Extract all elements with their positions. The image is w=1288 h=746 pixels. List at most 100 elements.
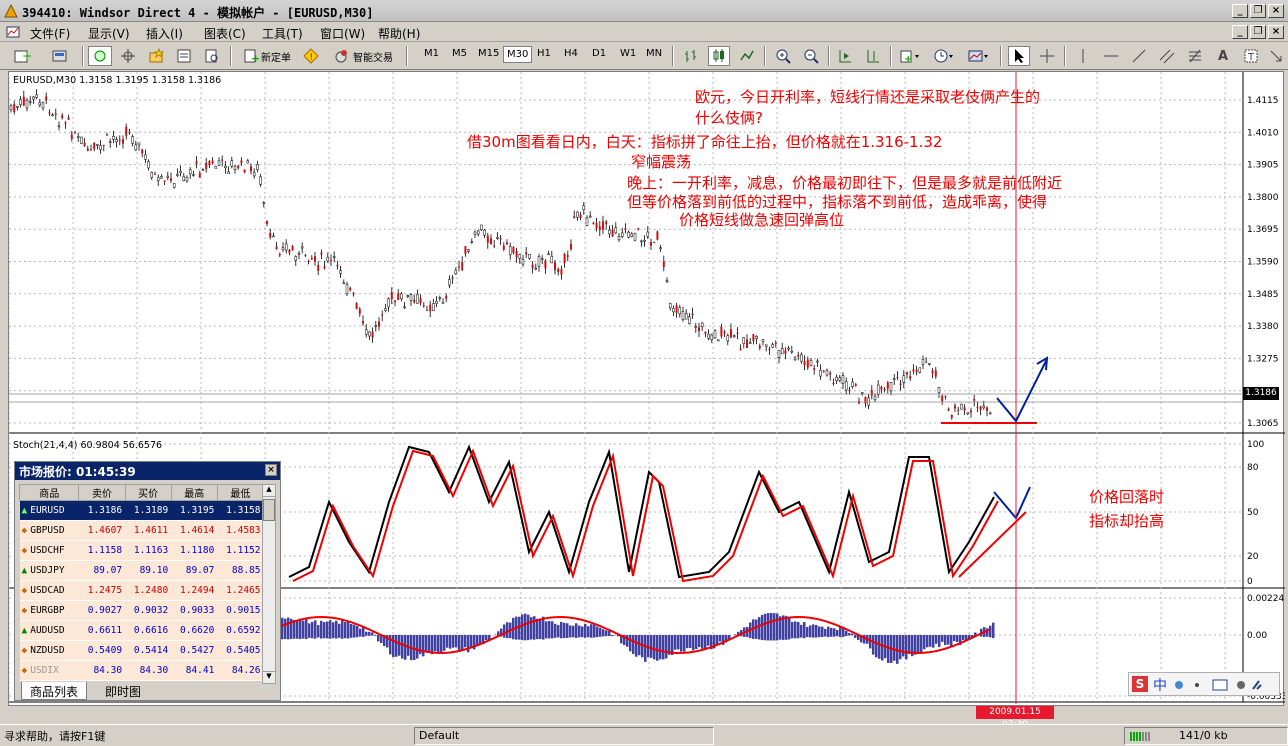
ime-tools-icon[interactable] — [1173, 677, 1273, 693]
market-watch-row[interactable]: ▲ USDJPY 89.07 89.10 89.07 88.85 — [19, 560, 264, 581]
market-watch-col-header[interactable]: 卖价 — [78, 484, 126, 501]
timeframe-m15[interactable]: M15 — [478, 48, 499, 59]
annotation-stoch-1: 价格回落时 — [1089, 488, 1165, 506]
trendline-button[interactable] — [1128, 46, 1150, 66]
candle-body — [566, 255, 569, 257]
osc-bar — [803, 622, 806, 639]
osc-bar — [770, 612, 773, 641]
navigator-button[interactable] — [144, 46, 168, 66]
scroll-thumb[interactable] — [263, 499, 275, 521]
menu-tools[interactable]: 工具(T) — [262, 25, 303, 42]
market-watch-row[interactable]: ◆ EURGBP 0.9027 0.9032 0.9033 0.9015 — [19, 600, 264, 621]
crosshair-tool-button[interactable] — [1036, 46, 1058, 66]
osc-bar — [920, 635, 923, 654]
profiles-button[interactable] — [46, 46, 76, 66]
menu-view[interactable]: 显示(V) — [88, 25, 130, 42]
candle-body — [506, 242, 508, 245]
market-watch-row[interactable]: ◆ GBPUSD 1.4607 1.4611 1.4614 1.4583 — [19, 520, 264, 541]
timeframe-m1[interactable]: M1 — [424, 48, 439, 59]
timeframe-m30[interactable]: M30 — [503, 46, 533, 63]
osc-bar — [659, 635, 662, 660]
scroll-down-icon[interactable]: ▼ — [263, 671, 275, 683]
market-watch-row[interactable]: ◆ USDIX 84.30 84.30 84.41 84.26 — [19, 660, 264, 681]
menu-window[interactable]: 窗口(W) — [320, 25, 365, 42]
terminal-button[interactable] — [172, 46, 196, 66]
child-close-button[interactable]: × — [1268, 25, 1284, 39]
candle-body — [746, 339, 748, 348]
candle-body — [986, 407, 988, 411]
market-watch-row[interactable]: ▲ EURUSD 1.3186 1.3189 1.3195 1.3158 — [19, 500, 264, 521]
market-watch-toggle[interactable] — [88, 46, 112, 66]
symbol-label: NZDUSD — [30, 645, 65, 656]
market-watch-row[interactable]: ◆ USDCHF 1.1158 1.1163 1.1180 1.1152 — [19, 540, 264, 561]
timeframe-h1[interactable]: H1 — [537, 48, 551, 59]
ime-logo-icon[interactable]: S — [1132, 676, 1148, 692]
alert-button[interactable]: ! — [300, 46, 322, 66]
toolbar: + + 新定单 ! 智能交易 M1 M5 M15 M30 H1 H4 D1 W1 … — [0, 42, 1288, 70]
ime-mode-label[interactable]: 中 — [1153, 675, 1167, 695]
strategy-tester-button[interactable] — [200, 46, 224, 66]
menu-charts[interactable]: 图表(C) — [204, 25, 246, 42]
ime-toolbar[interactable]: S 中 — [1128, 672, 1280, 696]
diamond-warning-icon: ! — [303, 48, 319, 64]
text-label-button[interactable]: T — [1240, 46, 1262, 66]
menu-file[interactable]: 文件(F) — [30, 25, 70, 42]
market-watch-row[interactable]: ▲ AUDUSD 0.6611 0.6616 0.6620 0.6592 — [19, 620, 264, 641]
auto-scroll-button[interactable] — [834, 46, 856, 66]
bar-chart-button[interactable] — [680, 46, 702, 66]
timeframe-w1[interactable]: W1 — [620, 48, 636, 59]
candle-body — [330, 259, 332, 261]
vertical-line-button[interactable] — [1072, 46, 1094, 66]
market-watch-col-header[interactable]: 商品 — [18, 484, 80, 501]
candle-body — [896, 377, 899, 379]
candle-body — [48, 112, 51, 114]
market-watch-titlebar[interactable]: 市场报价: 01:45:39 × — [15, 462, 280, 480]
chart-shift-button[interactable] — [862, 46, 884, 66]
osc-bar — [698, 635, 701, 648]
restore-button[interactable]: ❐ — [1250, 4, 1266, 18]
price-tick-label: 1.3800 — [1247, 193, 1279, 203]
candlestick-button[interactable] — [708, 46, 730, 66]
templates-button[interactable] — [964, 46, 994, 66]
candle-body — [602, 221, 604, 230]
market-watch-row[interactable]: ◆ USDCAD 1.2475 1.2480 1.2494 1.2465 — [19, 580, 264, 601]
horizontal-line-button[interactable] — [1100, 46, 1122, 66]
channel-button[interactable] — [1156, 46, 1178, 66]
arrows-button[interactable] — [1266, 46, 1286, 66]
zoom-out-button[interactable] — [800, 46, 822, 66]
line-chart-button[interactable] — [736, 46, 758, 66]
child-minimize-button[interactable]: _ — [1232, 25, 1248, 39]
timeframe-h4[interactable]: H4 — [564, 48, 578, 59]
minimize-button[interactable]: _ — [1232, 4, 1248, 18]
zoom-in-button[interactable] — [772, 46, 794, 66]
fibonacci-button[interactable] — [1184, 46, 1206, 66]
timeframe-mn[interactable]: MN — [646, 48, 662, 59]
tab-tick-chart[interactable]: 即时图 — [97, 682, 149, 700]
timeframe-d1[interactable]: D1 — [592, 48, 606, 59]
child-restore-button[interactable]: ❐ — [1250, 25, 1266, 39]
data-window-button[interactable] — [116, 46, 140, 66]
timeframe-m5[interactable]: M5 — [452, 48, 467, 59]
toolbar-separator — [406, 46, 408, 66]
market-watch-window[interactable]: 市场报价: 01:45:39 × 商品 卖价 买价 最高 最低 ▲ EURUSD 1.318… — [14, 461, 281, 701]
periods-button[interactable] — [930, 46, 958, 66]
menu-insert[interactable]: 插入(I) — [146, 25, 183, 42]
scroll-up-icon[interactable]: ▲ — [263, 485, 275, 497]
quote-value: 0.5409 — [78, 640, 126, 661]
tab-symbols[interactable]: 商品列表 — [21, 682, 88, 700]
close-button[interactable]: × — [1268, 4, 1284, 18]
cursor-button[interactable] — [1008, 46, 1030, 66]
market-watch-close-button[interactable]: × — [265, 464, 277, 476]
market-watch-scrollbar[interactable]: ▲ ▼ — [262, 484, 276, 684]
new-chart-button[interactable]: + — [8, 46, 38, 66]
menu-help[interactable]: 帮助(H) — [378, 25, 420, 42]
osc-bar — [503, 624, 506, 638]
market-watch-row[interactable]: ◆ NZDUSD 0.5409 0.5414 0.5427 0.5405 — [19, 640, 264, 661]
text-tool-button[interactable]: A — [1212, 46, 1234, 66]
market-watch-col-header[interactable]: 最低 — [216, 484, 265, 501]
market-watch-col-header[interactable]: 最高 — [170, 484, 218, 501]
indicators-button[interactable]: + — [896, 46, 924, 66]
new-order-button[interactable]: + 新定单 — [236, 46, 298, 66]
market-watch-col-header[interactable]: 买价 — [124, 484, 172, 501]
expert-advisors-button[interactable]: 智能交易 — [326, 46, 400, 66]
